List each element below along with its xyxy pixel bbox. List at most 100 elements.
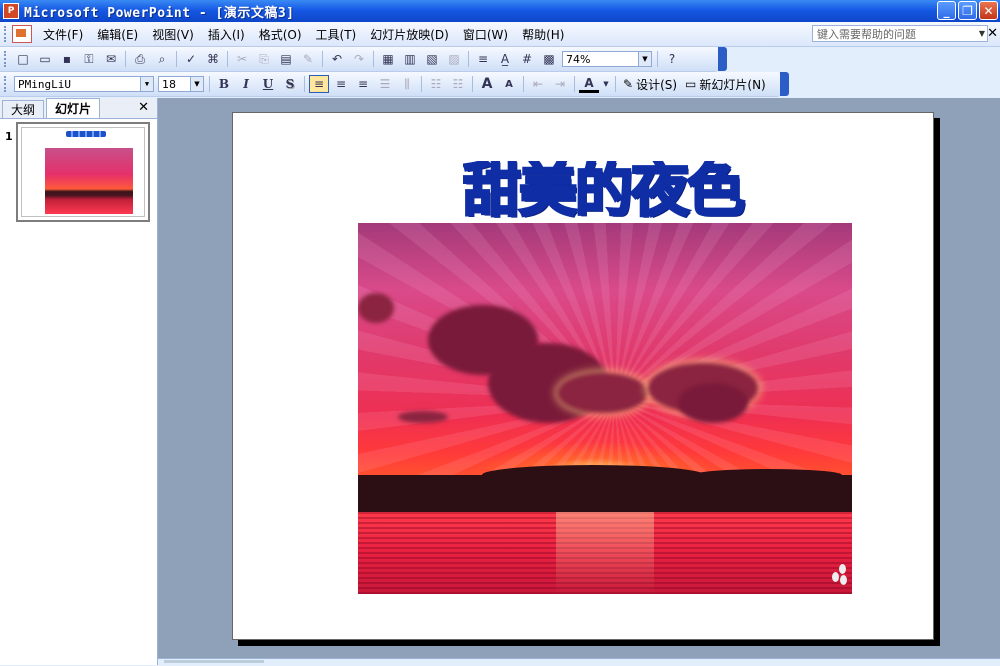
menu-slideshow[interactable]: 幻灯片放映(D) — [363, 26, 456, 43]
separator — [209, 76, 210, 92]
insert-table-icon[interactable]: ▥ — [400, 50, 420, 68]
wordart-title[interactable]: 甜美的夜色 — [463, 161, 763, 231]
document-close-icon[interactable]: ✕ — [987, 26, 998, 41]
numbering-button[interactable]: ☷ — [426, 75, 446, 93]
decrease-font-button[interactable]: A — [499, 75, 519, 93]
standard-toolbar: □ ▭ ▪ ⚿ ✉ ⎙ ⌕ ✓ ⌘ ✂ ⎘ ▤ ✎ ↶ ↷ ▦ ▥ ▧ ▨ ≡ … — [0, 47, 727, 72]
email-icon[interactable]: ✉ — [101, 50, 121, 68]
paste-icon[interactable]: ▤ — [276, 50, 296, 68]
tab-outline[interactable]: 大纲 — [2, 100, 45, 118]
align-left-button[interactable]: ≡ — [309, 75, 329, 93]
slide-number: 1 — [5, 130, 13, 143]
separator — [657, 51, 658, 67]
bullets-button[interactable]: ☷ — [448, 75, 468, 93]
increase-indent-button[interactable]: ⇥ — [550, 75, 570, 93]
slide-canvas[interactable]: 甜美的夜色 — [232, 112, 934, 640]
separator — [322, 51, 323, 67]
copy-icon[interactable]: ⎘ — [254, 50, 274, 68]
columns-button[interactable]: ⫼ — [397, 75, 417, 93]
separator — [125, 51, 126, 67]
decrease-indent-button[interactable]: ⇤ — [528, 75, 548, 93]
toolbar-grip[interactable] — [4, 51, 9, 67]
document-icon[interactable] — [12, 25, 32, 43]
redo-icon[interactable]: ↷ — [349, 50, 369, 68]
insert-picture-icon[interactable]: ▨ — [444, 50, 464, 68]
shadow-button[interactable]: S — [280, 75, 300, 93]
menu-grip[interactable] — [4, 26, 9, 42]
help-icon[interactable]: ? — [662, 50, 682, 68]
font-size-value: 18 — [162, 77, 176, 91]
separator — [615, 76, 616, 92]
menu-window[interactable]: 窗口(W) — [456, 26, 515, 43]
zoom-value: 74% — [566, 52, 591, 66]
close-button[interactable]: ✕ — [979, 1, 998, 20]
toolbar-grip[interactable] — [4, 76, 9, 92]
print-icon[interactable]: ⎙ — [130, 50, 150, 68]
italic-button[interactable]: I — [236, 75, 256, 93]
show-formatting-icon[interactable]: A̲ — [495, 50, 515, 68]
menu-edit[interactable]: 编辑(E) — [90, 26, 145, 43]
open-icon[interactable]: ▭ — [35, 50, 55, 68]
permission-icon[interactable]: ⚿ — [79, 50, 99, 68]
format-painter-icon[interactable]: ✎ — [298, 50, 318, 68]
powerpoint-app-icon[interactable]: P — [3, 3, 19, 19]
tab-slides[interactable]: 幻灯片 — [46, 98, 101, 118]
align-right-button[interactable]: ≡ — [353, 75, 373, 93]
design-button[interactable]: ✎ 设计(S) — [619, 76, 681, 93]
new-slide-button[interactable]: ▭ 新幻灯片(N) — [681, 76, 770, 93]
pane-close-icon[interactable]: ✕ — [138, 100, 149, 115]
chevron-down-icon[interactable]: ▼ — [601, 75, 611, 93]
sunset-picture[interactable] — [358, 223, 852, 594]
minimize-button[interactable]: _ — [937, 1, 956, 20]
chevron-down-icon[interactable]: ▼ — [190, 77, 203, 91]
slide-editing-area: 甜美的夜色 — [158, 98, 1000, 665]
pane-tabs: 大纲 幻灯片 ✕ — [0, 98, 157, 119]
underline-button[interactable]: U — [258, 75, 278, 93]
new-icon[interactable]: □ — [13, 50, 33, 68]
bold-button[interactable]: B — [214, 75, 234, 93]
print-preview-icon[interactable]: ⌕ — [152, 50, 172, 68]
undo-icon[interactable]: ↶ — [327, 50, 347, 68]
menu-format[interactable]: 格式(O) — [252, 26, 309, 43]
menu-insert[interactable]: 插入(I) — [201, 26, 252, 43]
separator — [421, 76, 422, 92]
spelling-icon[interactable]: ✓ — [181, 50, 201, 68]
font-value: PMingLiU — [18, 77, 71, 91]
font-select[interactable]: PMingLiU ▼ — [14, 76, 154, 92]
align-center-button[interactable]: ≡ — [331, 75, 351, 93]
menu-help[interactable]: 帮助(H) — [515, 26, 571, 43]
separator — [227, 51, 228, 67]
separator — [304, 76, 305, 92]
chevron-down-icon[interactable]: ▼ — [638, 52, 651, 66]
restore-button[interactable]: ❐ — [958, 1, 977, 20]
toolbar-options-icon[interactable] — [780, 72, 789, 96]
design-icon: ✎ — [623, 77, 634, 91]
tables-borders-icon[interactable]: ▧ — [422, 50, 442, 68]
chevron-down-icon[interactable]: ▼ — [140, 77, 153, 91]
design-label: 设计(S) — [636, 77, 678, 92]
font-color-button[interactable]: A — [579, 75, 599, 93]
cut-icon[interactable]: ✂ — [232, 50, 252, 68]
menu-file[interactable]: 文件(F) — [36, 26, 90, 43]
cloud — [558, 373, 648, 413]
title-bar: P Microsoft PowerPoint - [演示文稿3] _ ❐ ✕ — [0, 0, 1000, 22]
thumbnail-sunset-image — [45, 148, 133, 214]
increase-font-button[interactable]: A — [477, 75, 497, 93]
insert-chart-icon[interactable]: ▦ — [378, 50, 398, 68]
help-search-input[interactable]: 键入需要帮助的问题 ▼ — [812, 25, 988, 42]
menu-bar: 文件(F) 编辑(E) 视图(V) 插入(I) 格式(O) 工具(T) 幻灯片放… — [0, 22, 1000, 47]
save-icon[interactable]: ▪ — [57, 50, 77, 68]
distribute-button[interactable]: ☰ — [375, 75, 395, 93]
grid-icon[interactable]: # — [517, 50, 537, 68]
chevron-down-icon[interactable]: ▼ — [979, 29, 985, 38]
menu-tools[interactable]: 工具(T) — [309, 26, 364, 43]
font-size-select[interactable]: 18 ▼ — [158, 76, 204, 92]
toolbar-options-icon[interactable] — [718, 47, 727, 71]
zoom-select[interactable]: 74% ▼ — [562, 51, 652, 67]
expand-all-icon[interactable]: ≡ — [473, 50, 493, 68]
new-slide-icon: ▭ — [685, 77, 697, 91]
menu-view[interactable]: 视图(V) — [145, 26, 201, 43]
research-icon[interactable]: ⌘ — [203, 50, 223, 68]
slide-thumbnail[interactable] — [16, 122, 150, 222]
color-grayscale-icon[interactable]: ▩ — [539, 50, 559, 68]
